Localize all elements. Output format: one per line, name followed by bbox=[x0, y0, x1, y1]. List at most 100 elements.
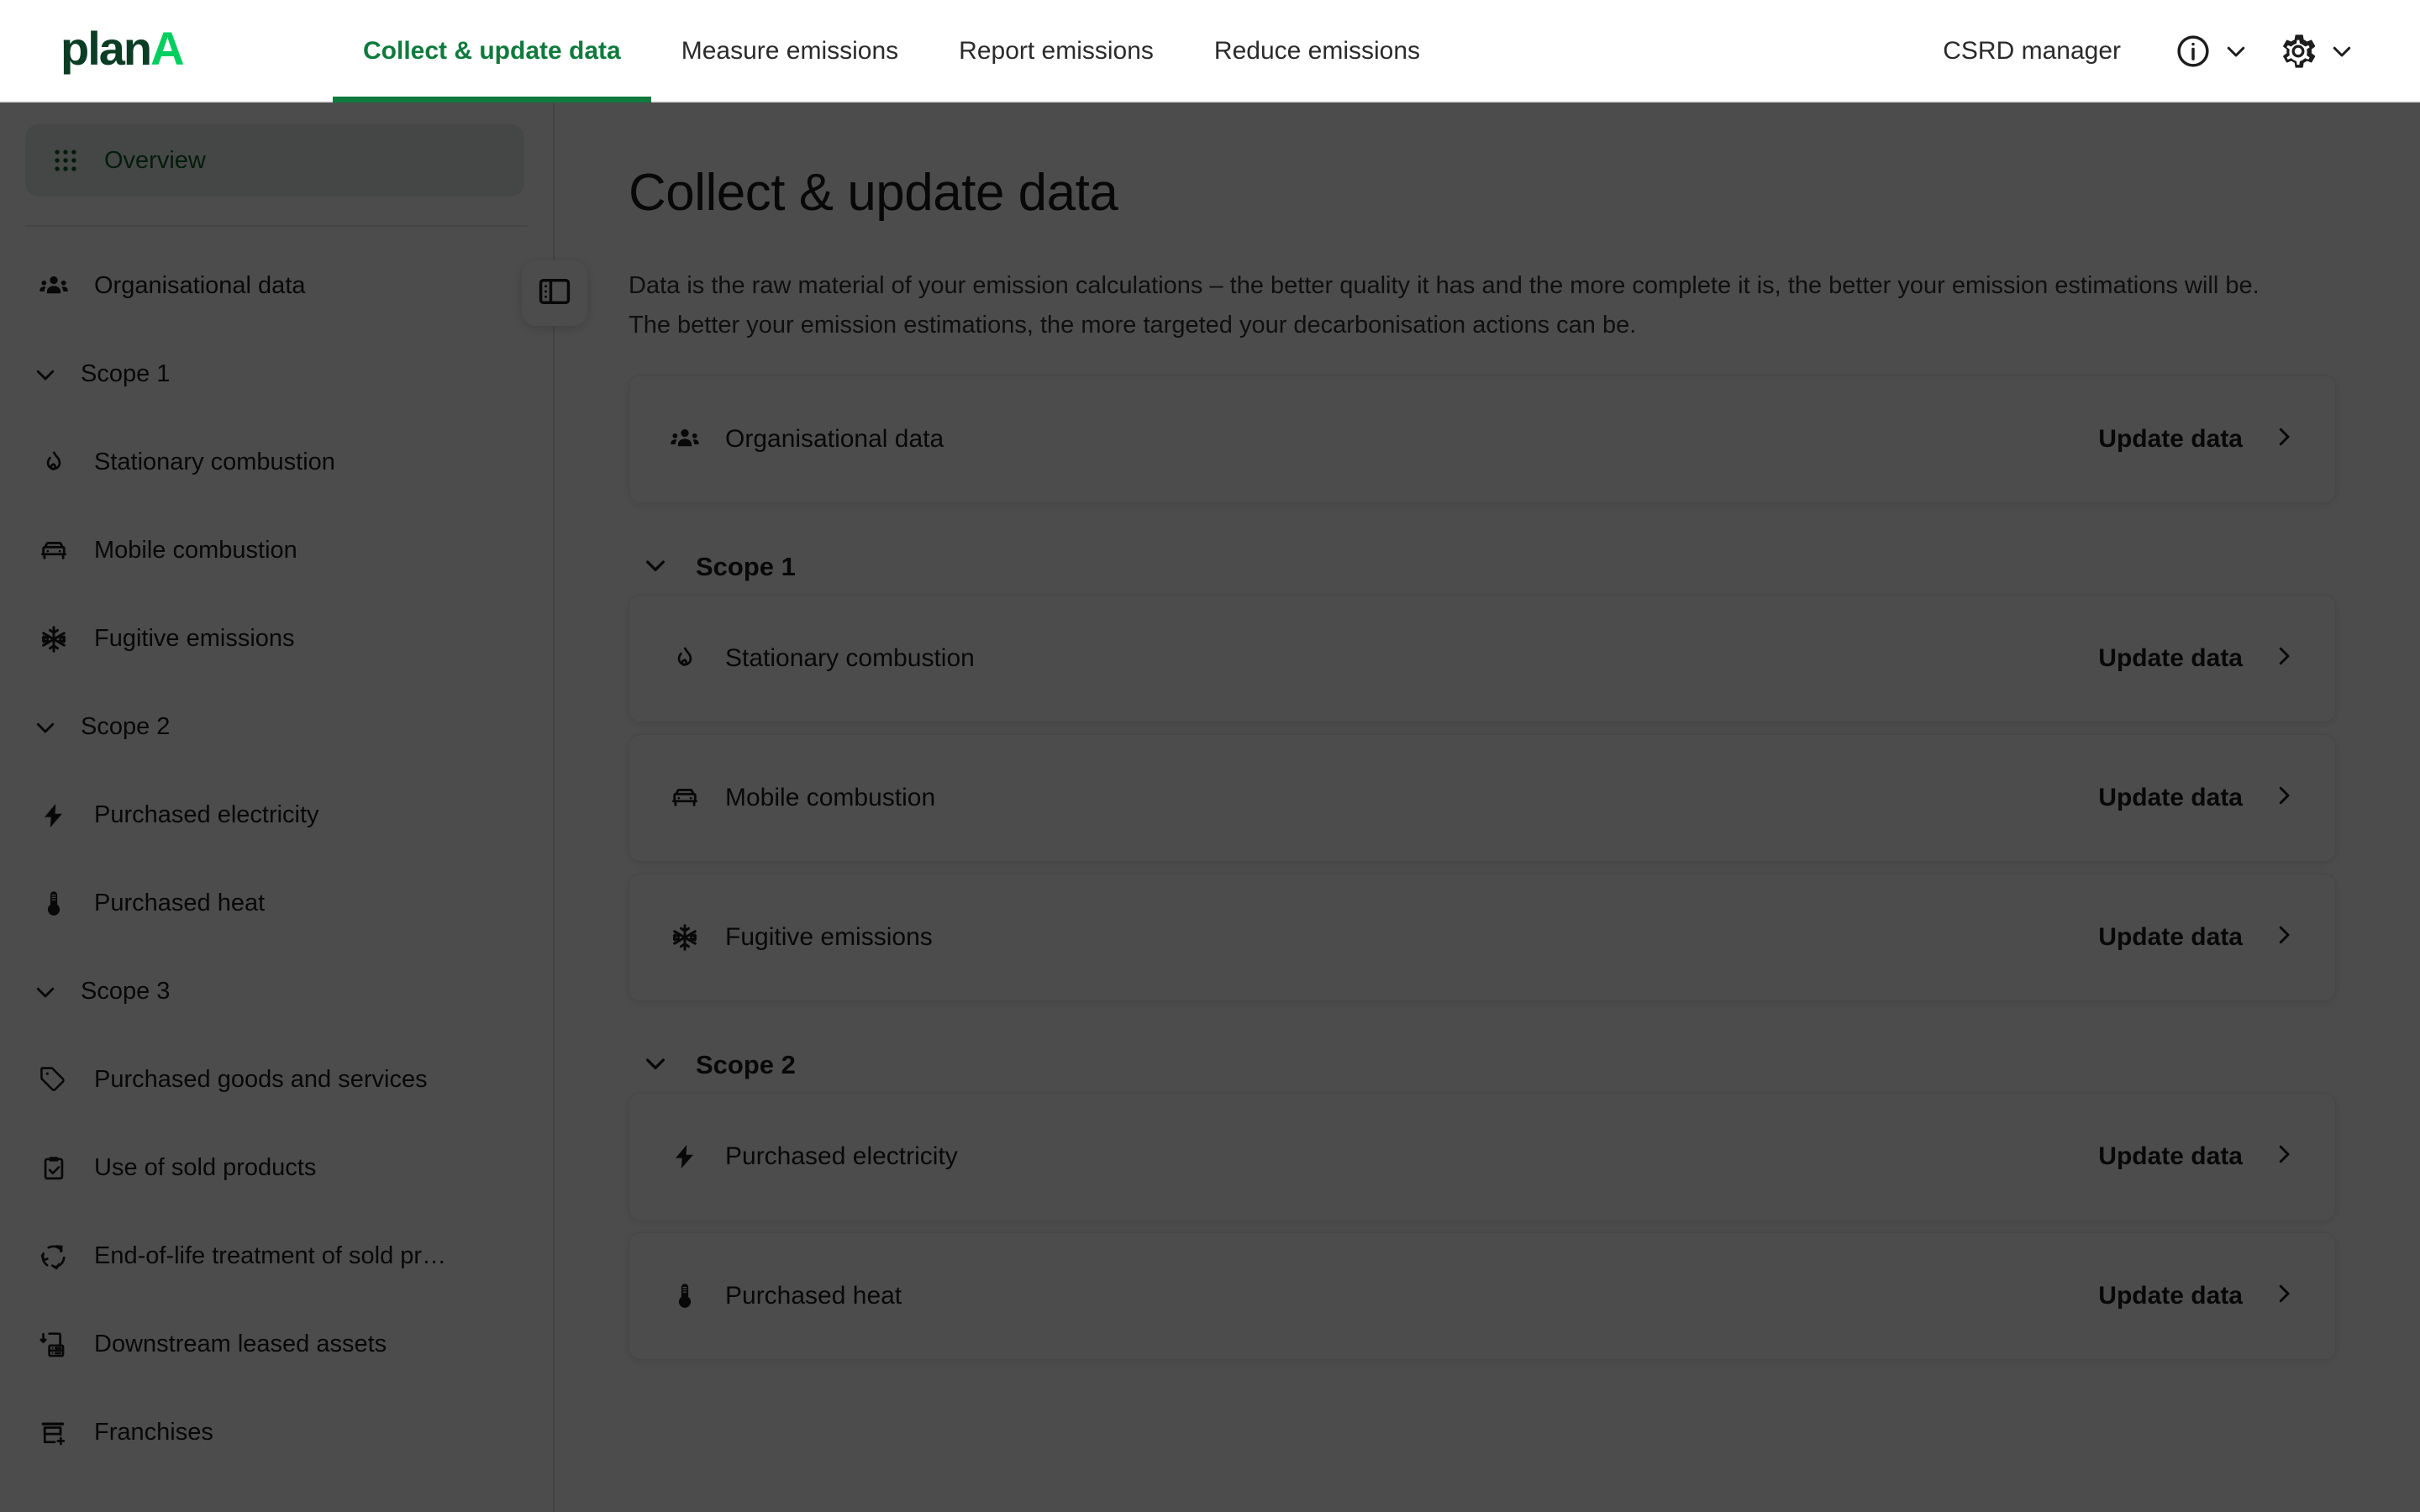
primary-nav-tabs: Collect & update data Measure emissions … bbox=[333, 0, 1450, 102]
bolt-icon bbox=[668, 1140, 702, 1173]
card-action-group[interactable]: Update data bbox=[2098, 643, 2296, 673]
sidebar-item-label: End-of-life treatment of sold pr… bbox=[94, 1242, 447, 1269]
tab-label: Measure emissions bbox=[681, 37, 899, 65]
sidebar-item-franchises[interactable]: Franchises bbox=[0, 1389, 553, 1477]
page-title: Collect & update data bbox=[629, 164, 1118, 222]
update-data-label: Update data bbox=[2098, 1281, 2243, 1310]
recycle-icon bbox=[37, 1240, 71, 1273]
chevron-down-icon bbox=[642, 552, 669, 583]
building-down-arrow-icon bbox=[37, 1328, 71, 1362]
card-label: Purchased electricity bbox=[725, 1142, 958, 1170]
people-icon bbox=[668, 423, 702, 456]
sidebar-group-label: Scope 1 bbox=[81, 360, 171, 387]
sidebar-group-scope-2[interactable]: Scope 2 bbox=[0, 683, 553, 771]
card-organisational-data[interactable]: Organisational data Update data bbox=[629, 375, 2336, 503]
sidebar-item-purchased-heat[interactable]: Purchased heat bbox=[0, 859, 553, 948]
sidebar-group-scope-1[interactable]: Scope 1 bbox=[0, 330, 553, 418]
chevron-down-icon bbox=[2329, 39, 2354, 64]
tab-measure-emissions[interactable]: Measure emissions bbox=[651, 0, 929, 102]
sidebar-item-stationary-combustion[interactable]: Stationary combustion bbox=[0, 418, 553, 507]
chevron-right-icon bbox=[2271, 1142, 2296, 1171]
update-data-label: Update data bbox=[2098, 922, 2243, 951]
sidebar-item-organisational-data[interactable]: Organisational data bbox=[0, 242, 553, 330]
sidebar-item-purchased-electricity[interactable]: Purchased electricity bbox=[0, 771, 553, 859]
sidebar-item-label: Purchased electricity bbox=[94, 801, 319, 828]
chevron-down-icon bbox=[29, 975, 62, 1009]
sidebar-item-purchased-goods-and-services[interactable]: Purchased goods and services bbox=[0, 1036, 553, 1124]
top-header: planA Collect & update data Measure emis… bbox=[0, 0, 2420, 102]
update-data-label: Update data bbox=[2098, 1142, 2243, 1170]
card-action-group[interactable]: Update data bbox=[2098, 922, 2296, 952]
clipboard-check-icon bbox=[37, 1152, 71, 1185]
chevron-right-icon bbox=[2271, 922, 2296, 952]
scope-header-1[interactable]: Scope 1 bbox=[629, 552, 2336, 583]
thermometer-icon bbox=[37, 887, 71, 921]
card-mobile-combustion[interactable]: Mobile combustion Update data bbox=[629, 733, 2336, 862]
chevron-right-icon bbox=[2271, 643, 2296, 673]
card-stationary-combustion[interactable]: Stationary combustion Update data bbox=[629, 594, 2336, 722]
snowflake-icon bbox=[37, 622, 71, 656]
sidebar-item-end-of-life-treatment[interactable]: End-of-life treatment of sold pr… bbox=[0, 1212, 553, 1300]
tab-collect-update-data[interactable]: Collect & update data bbox=[333, 0, 651, 102]
tag-icon bbox=[37, 1063, 71, 1097]
tab-label: Report emissions bbox=[959, 37, 1154, 65]
card-left-group: Mobile combustion bbox=[668, 781, 935, 815]
update-data-label: Update data bbox=[2098, 643, 2243, 672]
scope-header-2[interactable]: Scope 2 bbox=[629, 1050, 2336, 1081]
panel-collapse-icon bbox=[537, 274, 572, 313]
chevron-down-icon bbox=[29, 711, 62, 744]
gear-icon bbox=[2279, 32, 2317, 71]
info-menu-button[interactable] bbox=[2160, 26, 2264, 76]
card-action-group[interactable]: Update data bbox=[2098, 1142, 2296, 1171]
scope-group-1: Scope 1 Stationary combustion Update dat… bbox=[629, 552, 2336, 1001]
sidebar-item-label: Organisational data bbox=[94, 272, 306, 299]
card-purchased-heat[interactable]: Purchased heat Update data bbox=[629, 1231, 2336, 1360]
tab-label: Reduce emissions bbox=[1213, 37, 1421, 65]
sidebar-item-use-of-sold-products[interactable]: Use of sold products bbox=[0, 1124, 553, 1212]
card-fugitive-emissions[interactable]: Fugitive emissions Update data bbox=[629, 873, 2336, 1001]
card-action-group[interactable]: Update data bbox=[2098, 1281, 2296, 1310]
chevron-right-icon bbox=[2271, 424, 2296, 454]
sidebar-group-scope-3[interactable]: Scope 3 bbox=[0, 948, 553, 1036]
chevron-right-icon bbox=[2271, 783, 2296, 812]
brand-logo[interactable]: planA bbox=[60, 22, 185, 75]
scope-group-2: Scope 2 Purchased electricity Update dat… bbox=[629, 1050, 2336, 1360]
sidebar-item-fugitive-emissions[interactable]: Fugitive emissions bbox=[0, 595, 553, 683]
sidebar-item-mobile-combustion[interactable]: Mobile combustion bbox=[0, 507, 553, 595]
page-body: Overview Organisational data Scope 1 Sta… bbox=[0, 102, 2420, 1512]
scope-label: Scope 1 bbox=[696, 552, 796, 582]
sidebar-collapse-toggle-button[interactable] bbox=[522, 260, 587, 326]
flame-icon bbox=[37, 446, 71, 480]
header-right-controls: CSRD manager bbox=[1943, 0, 2370, 102]
sidebar-item-downstream-leased-assets[interactable]: Downstream leased assets bbox=[0, 1300, 553, 1389]
sidebar-item-label: Mobile combustion bbox=[94, 537, 297, 564]
sidebar-item-label: Purchased heat bbox=[94, 890, 266, 916]
people-icon bbox=[37, 270, 71, 303]
sidebar-group-label: Scope 2 bbox=[81, 713, 171, 740]
card-left-group: Purchased heat bbox=[668, 1279, 902, 1313]
flame-icon bbox=[668, 642, 702, 675]
card-left-group: Purchased electricity bbox=[668, 1140, 958, 1173]
sidebar-item-label: Downstream leased assets bbox=[94, 1331, 387, 1357]
chevron-down-icon bbox=[642, 1050, 669, 1081]
brand-logo-accent: A bbox=[150, 22, 184, 75]
role-label: CSRD manager bbox=[1943, 37, 2121, 65]
card-action-group[interactable]: Update data bbox=[2098, 783, 2296, 812]
card-purchased-electricity[interactable]: Purchased electricity Update data bbox=[629, 1092, 2336, 1221]
sidebar-item-overview[interactable]: Overview bbox=[25, 124, 524, 197]
application-window: planA Collect & update data Measure emis… bbox=[0, 0, 2420, 1512]
tab-reduce-emissions[interactable]: Reduce emissions bbox=[1184, 0, 1450, 102]
card-label: Purchased heat bbox=[725, 1281, 902, 1310]
card-label: Stationary combustion bbox=[725, 643, 975, 672]
scope-label: Scope 2 bbox=[696, 1050, 796, 1080]
card-left-group: Stationary combustion bbox=[668, 642, 975, 675]
card-action-group[interactable]: Update data bbox=[2098, 424, 2296, 454]
sidebar-item-label: Purchased goods and services bbox=[94, 1066, 428, 1093]
sidebar-item-label: Stationary combustion bbox=[94, 449, 335, 475]
sidebar-item-label: Overview bbox=[104, 146, 206, 174]
settings-menu-button[interactable] bbox=[2264, 25, 2370, 77]
chevron-right-icon bbox=[2271, 1281, 2296, 1310]
card-label: Organisational data bbox=[725, 424, 944, 453]
tab-report-emissions[interactable]: Report emissions bbox=[929, 0, 1184, 102]
sidebar-group-label: Scope 3 bbox=[81, 978, 171, 1005]
